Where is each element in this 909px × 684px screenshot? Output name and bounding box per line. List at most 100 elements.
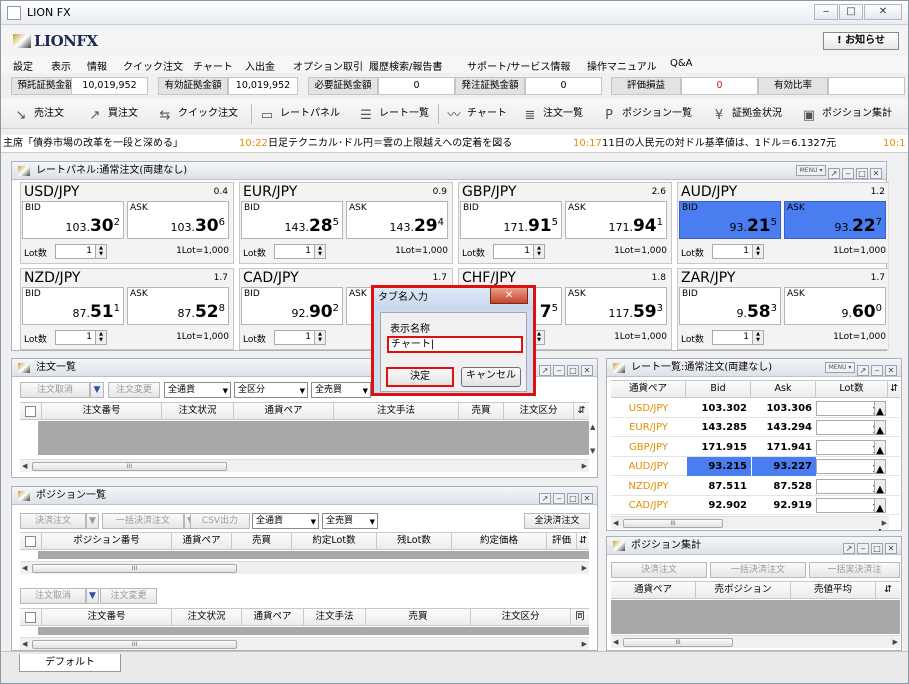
panel-max-button[interactable]: □	[856, 168, 868, 179]
lot-input[interactable]: 1▲▼	[55, 330, 107, 345]
ask-button[interactable]: ASK 171.941	[565, 201, 667, 239]
col-side[interactable]: 売買	[366, 609, 471, 625]
position-summary-hscroll[interactable]: ◀ III ▶	[611, 635, 900, 648]
bulk-settle-button[interactable]: 一括決済注文	[102, 513, 184, 529]
column-settings-icon[interactable]: ⇵	[574, 403, 589, 419]
ask-button[interactable]: ASK 9.600	[784, 287, 886, 325]
position-side-filter[interactable]: 全売買	[322, 513, 378, 529]
order-currency-filter[interactable]: 全通貨	[164, 382, 231, 398]
toolbar-button-9[interactable]: ▣ ポジション集計	[801, 105, 892, 123]
lot-input[interactable]: 1▲▼	[55, 244, 107, 259]
col-side[interactable]: 売買	[232, 533, 292, 549]
menu-item-6[interactable]: オプション取引	[293, 58, 363, 73]
menu-item-9[interactable]: 操作マニュアル	[587, 58, 657, 73]
row-bid[interactable]: 92.902	[687, 496, 751, 515]
col-ask[interactable]: Ask	[751, 381, 816, 397]
order-side-filter[interactable]: 全売買	[311, 382, 371, 398]
csv-export-button[interactable]: CSV出力	[190, 513, 250, 529]
col-valuation[interactable]: 評価	[547, 533, 577, 549]
row-ask[interactable]: 93.227	[752, 457, 816, 477]
order-hscroll[interactable]: ◀ III ▶	[20, 459, 589, 472]
col-side[interactable]: 売買	[459, 403, 504, 419]
rate-panel-menu-button[interactable]: MENU ▾	[796, 165, 826, 176]
toolbar-button-5[interactable]: 〰チャート	[446, 105, 506, 123]
col-currency-pair[interactable]: 通貨ペア	[234, 403, 334, 419]
sub-order-cancel-dropdown[interactable]: ▼	[86, 588, 99, 604]
tab-default[interactable]: デフォルト	[19, 654, 121, 672]
position-currency-filter[interactable]: 全通貨	[252, 513, 319, 529]
col-currency-pair[interactable]: 通貨ペア	[611, 582, 696, 598]
row-lot-input[interactable]: 1▲▼	[816, 439, 886, 475]
rate-list-row[interactable]: AUD/JPY 93.21593.2271▲▼	[611, 457, 900, 494]
col-bid[interactable]: Bid	[686, 381, 751, 397]
bid-button[interactable]: BID 87.511	[22, 287, 124, 325]
toolbar-button-4[interactable]: ☰ レート一覧	[358, 105, 429, 123]
lot-spinner[interactable]: ▲▼	[874, 499, 885, 533]
menu-item-2[interactable]: 情報	[87, 58, 107, 73]
lot-spinner[interactable]: ▲▼	[874, 402, 885, 436]
menu-item-10[interactable]: Q&A	[670, 58, 693, 69]
column-settings-icon[interactable]: ⇵	[577, 533, 589, 549]
settle-all-button[interactable]: 全決済注文	[524, 513, 590, 529]
panel-close-button[interactable]: ✕	[885, 543, 897, 554]
col-fill-price[interactable]: 約定価格	[452, 533, 547, 549]
col-sell-position[interactable]: 売ポジション	[696, 582, 791, 598]
col-order-method[interactable]: 注文手法	[304, 609, 366, 625]
rate-list-row[interactable]: EUR/JPY 143.285143.2941▲▼	[611, 418, 900, 455]
cancel-button[interactable]: キャンセル	[461, 367, 521, 387]
bid-button[interactable]: BID 171.915	[460, 201, 562, 239]
close-window-button[interactable]: ✕	[864, 4, 902, 20]
panel-max-button[interactable]: □	[871, 543, 883, 554]
rate-list-row[interactable]: CAD/JPY 92.90292.9191▲▼	[611, 496, 900, 533]
lot-spinner[interactable]: ▲▼	[95, 331, 106, 344]
order-type-filter[interactable]: 全区分	[234, 382, 308, 398]
panel-min-button[interactable]: ‒	[871, 365, 883, 376]
lot-input[interactable]: 1▲▼	[712, 330, 764, 345]
display-name-input[interactable]: チャート|	[387, 336, 523, 353]
panel-popout-button[interactable]: ↗	[539, 365, 551, 376]
col-order-type[interactable]: 注文区分	[471, 609, 571, 625]
bid-button[interactable]: BID 9.583	[679, 287, 781, 325]
rate-list-row[interactable]: USD/JPY 103.302103.3061▲▼	[611, 399, 900, 436]
col-extra[interactable]: 同	[571, 609, 589, 625]
ask-button[interactable]: ASK 143.294	[346, 201, 448, 239]
lot-input[interactable]: 1▲▼	[274, 330, 326, 345]
bid-button[interactable]: BID 143.285	[241, 201, 343, 239]
panel-max-button[interactable]: □	[567, 365, 579, 376]
row-ask[interactable]: 143.294	[752, 418, 816, 437]
panel-close-button[interactable]: ✕	[870, 168, 882, 179]
menu-item-5[interactable]: 入出金	[245, 58, 275, 73]
row-lot-input[interactable]: 1▲▼	[816, 420, 886, 455]
rate-panel-scrollbar[interactable]	[888, 180, 900, 350]
panel-close-button[interactable]: ✕	[581, 365, 593, 376]
ask-button[interactable]: ASK 117.593	[565, 287, 667, 325]
lot-spinner[interactable]: ▲▼	[874, 421, 885, 455]
ask-button[interactable]: ASK 87.528	[127, 287, 229, 325]
position-hscroll[interactable]: ◀ III ▶	[20, 561, 589, 574]
settle-order-button[interactable]: 決済注文	[20, 513, 86, 529]
dialog-close-button[interactable]: ✕	[490, 288, 528, 304]
column-settings-icon[interactable]: ⇵	[888, 381, 900, 397]
row-ask[interactable]: 87.528	[752, 477, 816, 496]
panel-close-button[interactable]: ✕	[581, 493, 593, 504]
toolbar-button-6[interactable]: ≣ 注文一覧	[522, 105, 583, 123]
panel-max-button[interactable]: □	[567, 493, 579, 504]
row-bid[interactable]: 143.285	[687, 418, 751, 437]
maximize-button[interactable]: □	[839, 4, 863, 20]
lot-spinner[interactable]: ▲▼	[752, 245, 763, 258]
notice-button[interactable]: ! お知らせ	[823, 32, 899, 50]
toolbar-button-7[interactable]: P ポジション一覧	[601, 105, 692, 123]
col-remaining-lots[interactable]: 残Lot数	[377, 533, 452, 549]
row-ask[interactable]: 171.941	[752, 438, 816, 457]
row-bid[interactable]: 93.215	[687, 457, 751, 477]
column-settings-icon[interactable]: ⇵	[876, 582, 900, 598]
col-order-status[interactable]: 注文状況	[172, 609, 242, 625]
row-bid[interactable]: 171.915	[687, 438, 751, 457]
ask-button[interactable]: ASK 93.227	[784, 201, 886, 239]
toolbar-button-1[interactable]: ↗ 買注文	[87, 105, 138, 123]
settle-dropdown[interactable]: ▼	[86, 513, 99, 529]
sub-order-change-button[interactable]: 注文変更	[100, 588, 157, 604]
toolbar-button-8[interactable]: ¥ 証拠金状況	[711, 105, 782, 123]
toolbar-button-2[interactable]: ⇆ クイック注文	[157, 105, 238, 123]
panel-min-button[interactable]: ‒	[842, 168, 854, 179]
